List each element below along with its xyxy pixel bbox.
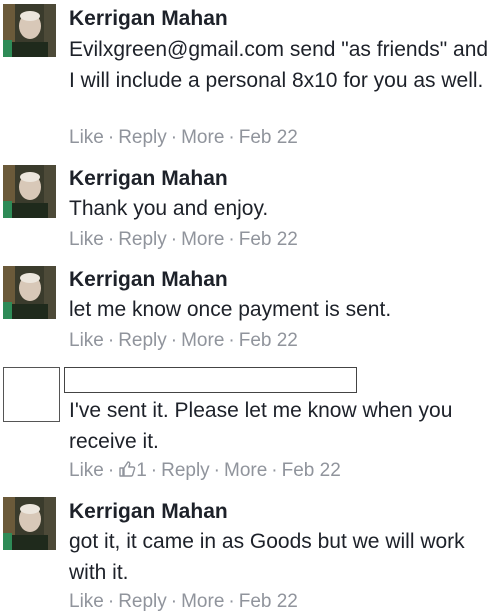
comment-date[interactable]: Feb 22 <box>282 460 341 481</box>
separator: · <box>228 229 235 250</box>
comment-text: got it, it came in as Goods but we will … <box>69 530 465 584</box>
comment-author[interactable]: Kerrigan Mahan <box>69 5 228 33</box>
separator: · <box>170 229 178 250</box>
profile-photo-icon <box>3 266 56 319</box>
comment-actions: Like · Reply · More · Feb 22 <box>69 227 298 253</box>
separator: · <box>107 591 115 612</box>
comment-text: I've sent it. Please let me know when yo… <box>69 399 453 453</box>
separator: · <box>150 460 158 481</box>
separator: · <box>271 460 278 481</box>
more-button[interactable]: More <box>181 591 224 612</box>
profile-photo-icon <box>3 497 56 550</box>
separator: · <box>170 591 178 612</box>
separator: · <box>107 229 115 250</box>
separator: · <box>107 330 115 351</box>
more-button[interactable]: More <box>181 229 224 250</box>
separator: · <box>228 127 235 148</box>
like-button[interactable]: Like <box>69 127 104 148</box>
comment-text: Thank you and enjoy. <box>69 197 269 220</box>
separator: · <box>107 460 115 481</box>
comment-author[interactable]: Kerrigan Mahan <box>69 498 228 526</box>
comment-author[interactable]: Kerrigan Mahan <box>69 165 228 193</box>
more-button[interactable]: More <box>224 460 267 481</box>
reply-button[interactable]: Reply <box>161 460 210 481</box>
comment-actions: Like · Reply · More · Feb 22 <box>69 328 298 354</box>
like-button[interactable]: Like <box>69 229 104 250</box>
comment-actions: Like · Reply · More · Feb 22 <box>69 589 298 615</box>
avatar[interactable] <box>3 4 56 57</box>
reply-button[interactable]: Reply <box>118 591 167 612</box>
comment-date[interactable]: Feb 22 <box>239 229 298 250</box>
like-button[interactable]: Like <box>69 330 104 351</box>
like-count[interactable]: 1 <box>118 460 147 481</box>
comment-author[interactable]: Kerrigan Mahan <box>69 266 228 294</box>
avatar[interactable] <box>3 266 56 319</box>
comment-text: let me know once payment is sent. <box>69 298 392 321</box>
reply-button[interactable]: Reply <box>118 330 167 351</box>
comment-text: Evilxgreen@gmail.com send "as friends" a… <box>69 38 489 92</box>
redacted-author-name <box>64 367 357 393</box>
reply-button[interactable]: Reply <box>118 229 167 250</box>
like-button[interactable]: Like <box>69 591 104 612</box>
separator: · <box>170 127 178 148</box>
like-button[interactable]: Like <box>69 460 104 481</box>
comment-date[interactable]: Feb 22 <box>239 127 298 148</box>
separator: · <box>228 591 235 612</box>
avatar[interactable] <box>3 165 56 218</box>
separator: · <box>228 330 235 351</box>
separator: · <box>213 460 220 481</box>
avatar[interactable] <box>3 367 60 422</box>
reply-button[interactable]: Reply <box>118 127 167 148</box>
comment-actions: Like · 1 · Reply · More · Feb 22 <box>69 458 341 484</box>
comment-actions: Like · Reply · More · Feb 22 <box>69 125 298 151</box>
more-button[interactable]: More <box>181 127 224 148</box>
like-count-number: 1 <box>136 460 147 481</box>
profile-photo-icon <box>3 165 56 218</box>
comment-date[interactable]: Feb 22 <box>239 591 298 612</box>
profile-photo-icon <box>3 4 56 57</box>
comment-date[interactable]: Feb 22 <box>239 330 298 351</box>
avatar[interactable] <box>3 497 56 550</box>
thumbs-up-icon <box>119 461 136 477</box>
separator: · <box>107 127 115 148</box>
separator: · <box>170 330 178 351</box>
more-button[interactable]: More <box>181 330 224 351</box>
